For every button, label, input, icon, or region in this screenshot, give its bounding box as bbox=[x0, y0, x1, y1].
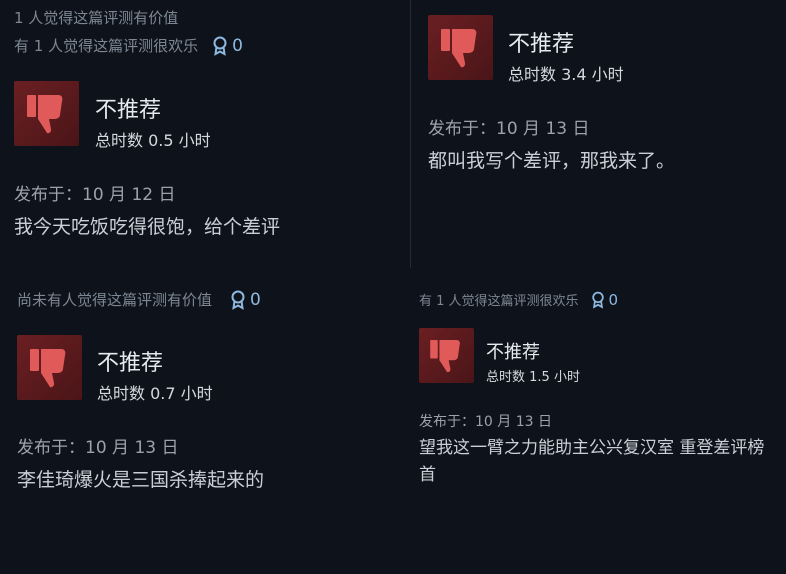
award-count: 0 bbox=[250, 289, 261, 310]
award-button[interactable]: 0 bbox=[212, 36, 243, 56]
thumbs-down-badge bbox=[14, 81, 79, 146]
post-date: 发布于：10 月 13 日 bbox=[17, 438, 179, 458]
verdict-label: 不推荐 bbox=[486, 342, 540, 363]
funny-count: 有 1 人觉得这篇评测很欢乐 bbox=[14, 37, 199, 55]
thumbs-down-icon bbox=[26, 94, 62, 133]
thumbs-down-icon bbox=[29, 348, 65, 387]
award-count: 0 bbox=[232, 35, 243, 56]
verdict-label: 不推荐 bbox=[97, 351, 164, 376]
review-text: 望我这一臂之力能助主公兴复汉室 重登差评榜首 bbox=[419, 438, 765, 485]
playtime: 总时数 1.5 小时 bbox=[486, 370, 580, 385]
award-ribbon-icon bbox=[591, 291, 604, 309]
award-button[interactable]: 0 bbox=[230, 290, 261, 310]
playtime: 总时数 0.5 小时 bbox=[95, 131, 211, 150]
review-text: 都叫我写个差评，那我来了。 bbox=[428, 150, 676, 172]
review-card-4: 有 1 人觉得这篇评测很欢乐 0 不推荐 总时数 1.5 小时 发布于：10 月… bbox=[411, 280, 786, 574]
post-date: 发布于：10 月 12 日 bbox=[14, 185, 176, 205]
award-ribbon-icon bbox=[231, 290, 245, 310]
helpful-count: 1 人觉得这篇评测有价值 bbox=[14, 9, 179, 27]
review-card-2: 不推荐 总时数 3.4 小时 发布于：10 月 13 日 都叫我写个差评，那我来… bbox=[411, 0, 786, 268]
funny-count-row: 有 1 人觉得这篇评测很欢乐 0 bbox=[419, 290, 619, 310]
playtime: 总时数 0.7 小时 bbox=[97, 384, 213, 403]
playtime: 总时数 3.4 小时 bbox=[508, 65, 624, 84]
post-date: 发布于：10 月 13 日 bbox=[428, 119, 590, 139]
thumbs-down-badge bbox=[428, 15, 493, 80]
review-card-3: 尚未有人觉得这篇评测有价值 0 不推荐 总时数 0.7 小时 发布于：10 月 … bbox=[0, 280, 410, 574]
award-button[interactable]: 0 bbox=[591, 290, 619, 309]
review-card-1: 1 人觉得这篇评测有价值 有 1 人觉得这篇评测很欢乐 0 不推荐 总时数 0.… bbox=[0, 0, 410, 268]
verdict-label: 不推荐 bbox=[95, 98, 162, 123]
funny-count-row: 有 1 人觉得这篇评测很欢乐 0 bbox=[14, 35, 243, 56]
thumbs-down-badge bbox=[17, 335, 82, 400]
award-ribbon-icon bbox=[213, 36, 227, 56]
helpful-count-row: 尚未有人觉得这篇评测有价值 0 bbox=[17, 289, 261, 310]
review-text: 李佳琦爆火是三国杀捧起来的 bbox=[17, 469, 265, 491]
funny-count: 有 1 人觉得这篇评测很欢乐 bbox=[419, 294, 579, 309]
review-text: 我今天吃饭吃得很饱，给个差评 bbox=[14, 216, 281, 238]
reviews-page: 1 人觉得这篇评测有价值 有 1 人觉得这篇评测很欢乐 0 不推荐 总时数 0.… bbox=[0, 0, 786, 574]
award-count: 0 bbox=[608, 290, 619, 309]
post-date: 发布于：10 月 13 日 bbox=[419, 414, 552, 430]
thumbs-down-badge bbox=[419, 328, 474, 383]
thumbs-down-icon bbox=[429, 339, 460, 372]
thumbs-down-icon bbox=[440, 28, 476, 67]
verdict-label: 不推荐 bbox=[508, 32, 575, 57]
helpful-count: 尚未有人觉得这篇评测有价值 bbox=[17, 291, 213, 309]
